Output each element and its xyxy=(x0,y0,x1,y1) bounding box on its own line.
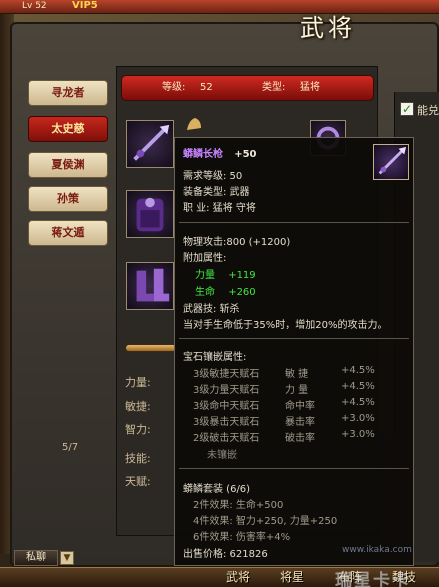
extra-attr-value: +260 xyxy=(228,287,256,298)
gem-row: 3级力量天赋石 力 量 +4.5% xyxy=(193,381,375,396)
watermark-url: www.ikaka.com xyxy=(342,545,412,555)
mount-icon xyxy=(184,114,204,134)
gem-name: 2级破击天赋石 xyxy=(193,433,260,444)
exchange-checkbox[interactable]: ✓ xyxy=(400,102,414,116)
type-value: 猛将 xyxy=(300,82,320,93)
gem-value: +4.5% xyxy=(341,397,375,408)
exchange-checkbox-label: 能兑 xyxy=(417,104,439,117)
armor-slot[interactable] xyxy=(126,190,174,238)
gem-attr: 暴击率 xyxy=(285,417,315,428)
level-value: 52 xyxy=(200,82,213,93)
gem-value: +4.5% xyxy=(341,365,375,376)
vip-badge[interactable]: VIP5 xyxy=(72,0,98,11)
req-level: 需求等级: 50 xyxy=(183,171,243,182)
gem-name: 3级暴击天赋石 xyxy=(193,417,260,428)
tab-general-4[interactable]: 孙策 xyxy=(28,186,108,212)
set-effect: 4件效果: 智力+250, 力量+250 xyxy=(193,516,338,527)
gem-value: +3.0% xyxy=(341,413,375,424)
stat-str-label: 力量: xyxy=(125,376,151,389)
tab-general-1[interactable]: 寻龙者 xyxy=(28,80,108,106)
menu-star-button[interactable]: 将星 xyxy=(276,568,308,587)
skill-description: 当对手生命低于35%时，增加20%的攻击力。 xyxy=(183,320,388,331)
job-line: 职 业: 猛将 守将 xyxy=(183,203,256,214)
weapon-slot[interactable] xyxy=(126,120,174,168)
extra-attr-name: 生命 xyxy=(195,287,215,298)
watermark: 瑞星卡卡 xyxy=(335,571,411,587)
type-label: 类型: xyxy=(262,82,286,93)
set-effect: 6件效果: 伤害率+4% xyxy=(193,532,291,543)
gem-attr: 敏 捷 xyxy=(285,369,309,380)
extra-row: 生命 +260 xyxy=(195,283,256,298)
item-enhance: +50 xyxy=(234,149,257,160)
stat-skill-label: 技能: xyxy=(125,452,151,465)
gem-title: 宝石镶嵌属性: xyxy=(183,352,247,363)
gem-attr: 破击率 xyxy=(285,433,315,444)
spear-icon xyxy=(133,124,170,161)
player-level: Lv 52 xyxy=(22,1,47,11)
divider xyxy=(179,222,409,223)
gem-empty-slot: 未镶嵌 xyxy=(207,450,237,461)
gem-row: 3级敏捷天赋石 敏 捷 +4.5% xyxy=(193,365,375,380)
gem-name: 3级力量天赋石 xyxy=(193,385,260,396)
divider xyxy=(179,338,409,339)
private-chat-button[interactable]: 私聊 xyxy=(14,550,58,566)
tab-general-3[interactable]: 夏侯渊 xyxy=(28,152,108,178)
phys-attack: 物理攻击:800 (+1200) xyxy=(183,237,291,248)
divider xyxy=(179,468,409,469)
gem-row: 2级破击天赋石 破击率 +3.0% xyxy=(193,429,375,444)
extra-title: 附加属性: xyxy=(183,253,227,264)
gem-attr: 力 量 xyxy=(285,385,309,396)
sell-price: 出售价格: 621826 xyxy=(183,549,268,560)
top-status-strip: Lv 52 VIP5 xyxy=(0,0,439,14)
gem-value: +3.0% xyxy=(341,429,375,440)
stat-int-label: 智力: xyxy=(125,423,151,436)
tab-general-2[interactable]: 太史慈 xyxy=(28,116,108,142)
chevron-down-icon[interactable]: ▼ xyxy=(60,551,74,565)
page-indicator: 5/7 xyxy=(62,442,79,453)
gem-value: +4.5% xyxy=(341,381,375,392)
gem-row: 3级命中天赋石 命中率 +4.5% xyxy=(193,397,375,412)
level-label: 等级: xyxy=(162,82,186,93)
item-name: 蟒鳞长枪 xyxy=(183,149,223,160)
extra-attr-name: 力量 xyxy=(195,270,215,281)
weapon-skill: 武器技: 斩杀 xyxy=(183,304,240,315)
gem-name: 3级命中天赋石 xyxy=(193,401,260,412)
window-title: 武将 xyxy=(300,14,356,42)
item-title: 蟒鳞长枪 +50 xyxy=(183,145,256,160)
set-title: 蟒鳞套装 (6/6) xyxy=(183,484,251,495)
gem-name: 3级敏捷天赋石 xyxy=(193,369,260,380)
stat-agi-label: 敏捷: xyxy=(125,400,151,413)
boots-slot[interactable] xyxy=(126,262,174,310)
armor-icon xyxy=(136,197,164,232)
boots-icon xyxy=(136,268,170,302)
tooltip-item-icon xyxy=(373,144,409,180)
extra-attr-value: +119 xyxy=(228,270,256,281)
exp-slider[interactable] xyxy=(125,344,177,352)
item-tooltip: 蟒鳞长枪 +50 需求等级: 50 装备类型: 武器 职 业: 猛将 守将 物理… xyxy=(174,137,414,566)
general-info-bar: 等级: 52 类型: 猛将 xyxy=(121,75,374,101)
spear-icon xyxy=(378,146,407,175)
tab-general-5[interactable]: 蒋文遁 xyxy=(28,220,108,246)
set-effect: 2件效果: 生命+500 xyxy=(193,500,284,511)
gem-row: 3级暴击天赋石 暴击率 +3.0% xyxy=(193,413,375,428)
extra-row: 力量 +119 xyxy=(195,266,256,281)
menu-general-button[interactable]: 武将 xyxy=(222,568,254,587)
equip-type: 装备类型: 武器 xyxy=(183,187,250,198)
stat-talent-label: 天赋: xyxy=(125,475,151,488)
gem-attr: 命中率 xyxy=(285,401,315,412)
